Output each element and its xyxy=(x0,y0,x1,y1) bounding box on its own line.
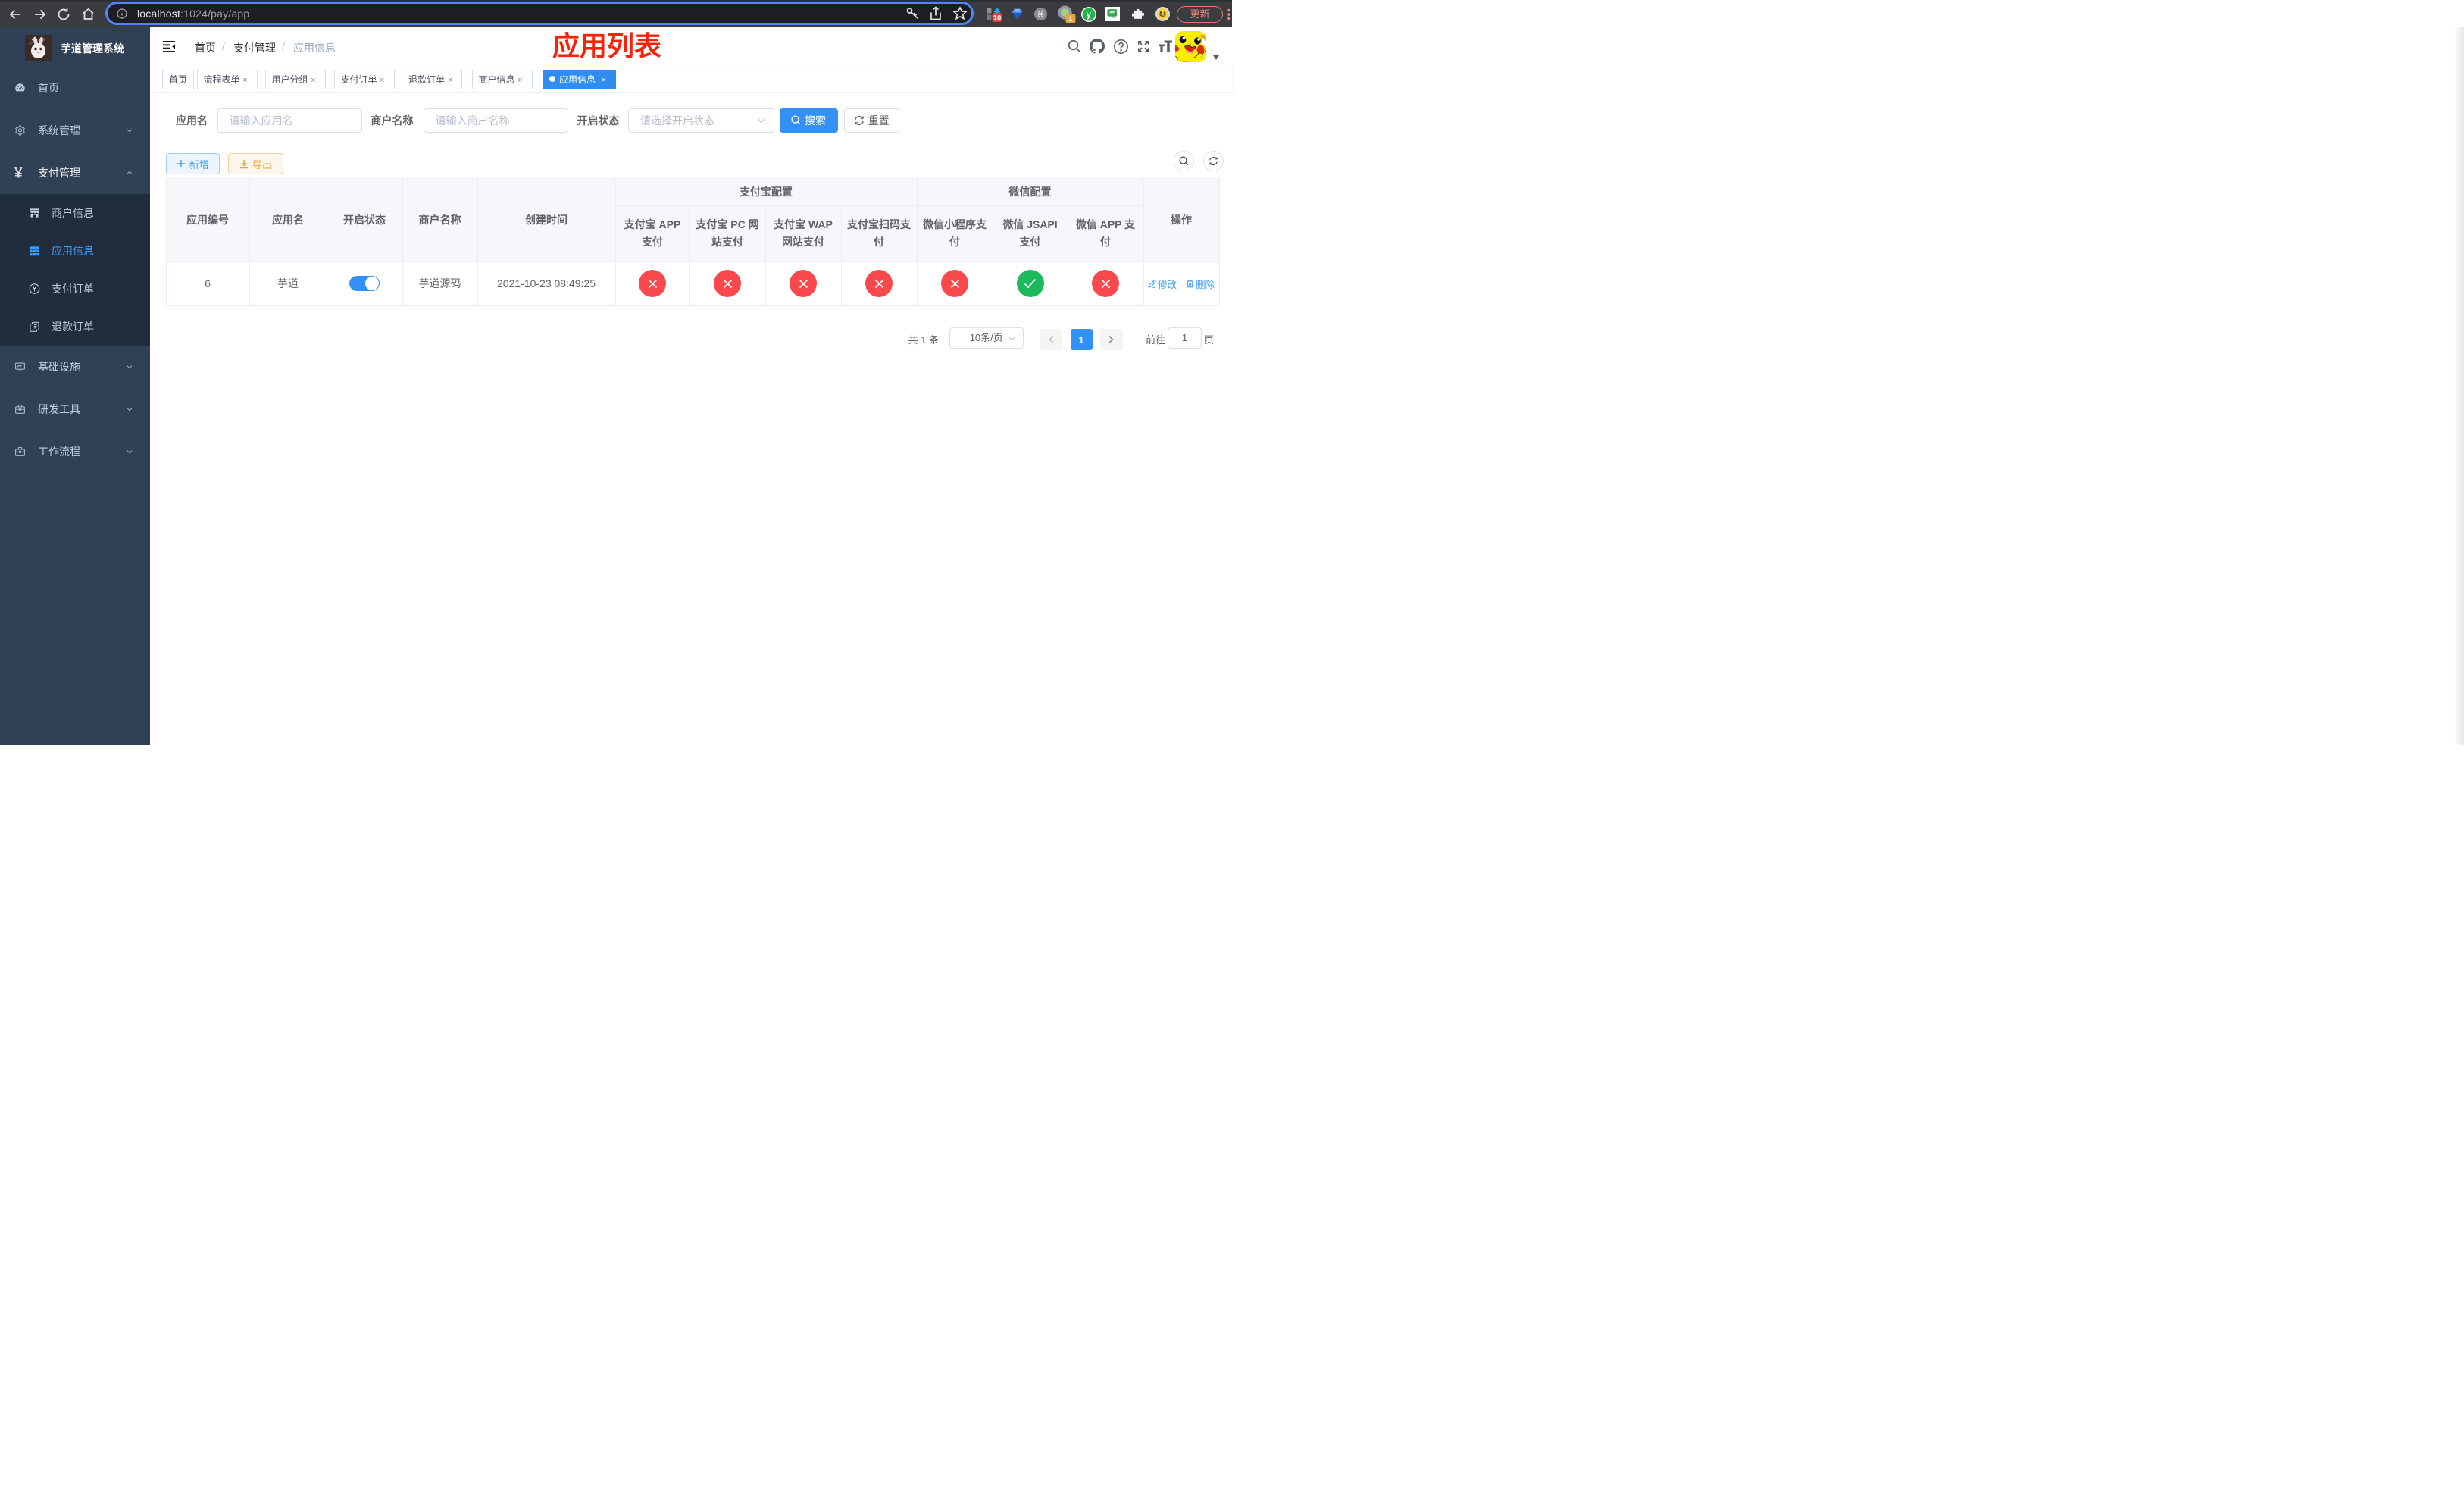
svg-text:10: 10 xyxy=(993,14,1001,22)
svg-text:1: 1 xyxy=(1068,14,1073,23)
svg-text:⌘: ⌘ xyxy=(1037,11,1043,18)
svg-text:y: y xyxy=(1087,11,1092,20)
